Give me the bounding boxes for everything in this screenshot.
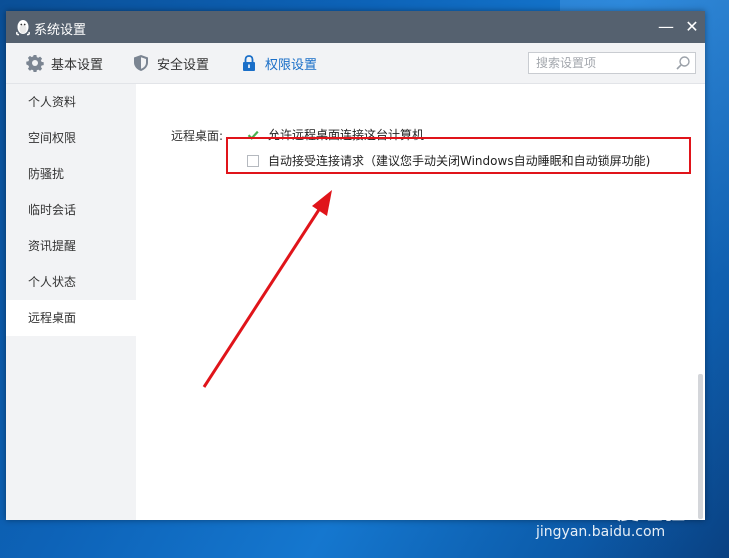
auto-accept-label: 自动接受连接请求（建议您手动关闭Windows自动睡眠和自动锁屏功能) <box>268 154 651 168</box>
sidebar-item-temp-session[interactable]: 临时会话 <box>6 192 136 228</box>
sidebar-item-personal-info[interactable]: 个人资料 <box>6 84 136 120</box>
sidebar-item-personal-status[interactable]: 个人状态 <box>6 264 136 300</box>
close-button[interactable]: ✕ <box>682 17 702 37</box>
allow-remote-label: 允许远程桌面连接这台计算机 <box>268 128 425 142</box>
tab-label: 权限设置 <box>265 57 318 73</box>
tab-security-settings[interactable]: 安全设置 <box>132 43 209 83</box>
remote-desktop-label: 远程桌面: <box>171 129 224 143</box>
tab-label: 安全设置 <box>157 57 210 73</box>
sidebar-item-news-reminder[interactable]: 资讯提醒 <box>6 228 136 264</box>
allow-remote-checkbox[interactable] <box>247 128 259 141</box>
watermark-brand: Bai度经验 <box>575 500 687 525</box>
sidebar-item-space-permission[interactable]: 空间权限 <box>6 120 136 156</box>
lock-icon <box>243 55 255 71</box>
gear-icon <box>26 55 44 72</box>
allow-remote-option[interactable]: 允许远程桌面连接这台计算机 <box>247 126 424 143</box>
tab-basic-settings[interactable]: 基本设置 <box>26 43 103 83</box>
search-box <box>528 52 696 74</box>
auto-accept-option[interactable]: 自动接受连接请求（建议您手动关闭Windows自动睡眠和自动锁屏功能) <box>247 152 650 169</box>
shield-icon <box>134 55 148 71</box>
watermark-url: jingyan.baidu.com <box>536 524 666 540</box>
sidebar-item-anti-harassment[interactable]: 防骚扰 <box>6 156 136 192</box>
sidebar: 个人资料 空间权限 防骚扰 临时会话 资讯提醒 个人状态 远程桌面 <box>6 84 136 520</box>
minimize-button[interactable]: — <box>656 17 676 37</box>
search-icon[interactable] <box>675 55 691 71</box>
tab-label: 基本设置 <box>51 57 104 73</box>
top-tab-bar: 基本设置 安全设置 权限设置 <box>6 43 705 84</box>
sidebar-item-remote-desktop[interactable]: 远程桌面 <box>6 300 136 336</box>
content-panel: 远程桌面: 允许远程桌面连接这台计算机 自动接受连接请求（建议您手动关闭Wind… <box>136 84 705 520</box>
scrollbar-thumb[interactable] <box>698 374 703 519</box>
settings-window: 系统设置 — ✕ 基本设置 安全设置 权限设置 搜索设置项 个人资料 空间权限 … <box>6 11 705 520</box>
auto-accept-checkbox[interactable] <box>247 154 259 167</box>
tab-permission-settings[interactable]: 权限设置 <box>240 43 317 83</box>
search-input[interactable] <box>529 53 676 73</box>
window-title: 系统设置 <box>34 23 87 38</box>
title-bar: 系统设置 — ✕ <box>6 11 705 43</box>
scrollbar[interactable] <box>696 84 705 520</box>
penguin-icon <box>16 20 30 36</box>
